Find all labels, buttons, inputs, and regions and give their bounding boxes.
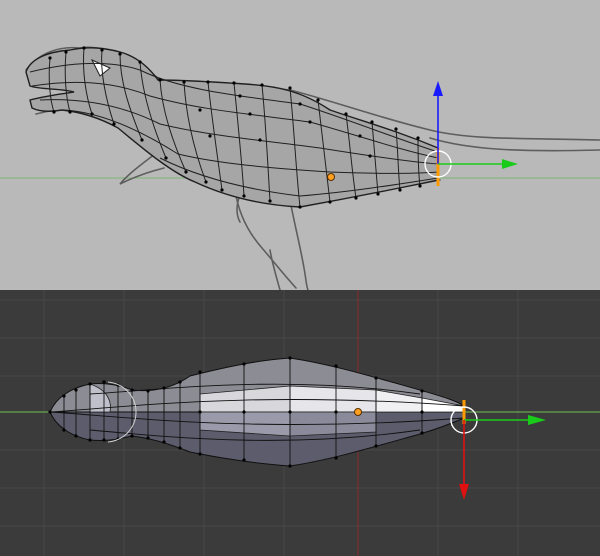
viewport-top-view[interactable] — [0, 290, 600, 556]
object-origin-icon — [327, 173, 335, 181]
side-view-canvas[interactable] — [0, 0, 600, 290]
top-view-canvas[interactable] — [0, 290, 600, 556]
gizmo-z-arrow-icon[interactable] — [433, 81, 443, 96]
object-origin-icon-top — [354, 408, 362, 416]
gizmo-y-arrow-icon[interactable] — [502, 159, 518, 169]
dino-mesh-side[interactable] — [25, 46, 440, 209]
gizmo-x-arrow-icon-top[interactable] — [459, 484, 469, 500]
gizmo-y-arrow-icon-top[interactable] — [528, 415, 546, 425]
face-highlight-2 — [289, 385, 377, 413]
dino-mesh-top[interactable] — [48, 356, 466, 468]
viewport-side-view[interactable] — [0, 0, 600, 290]
